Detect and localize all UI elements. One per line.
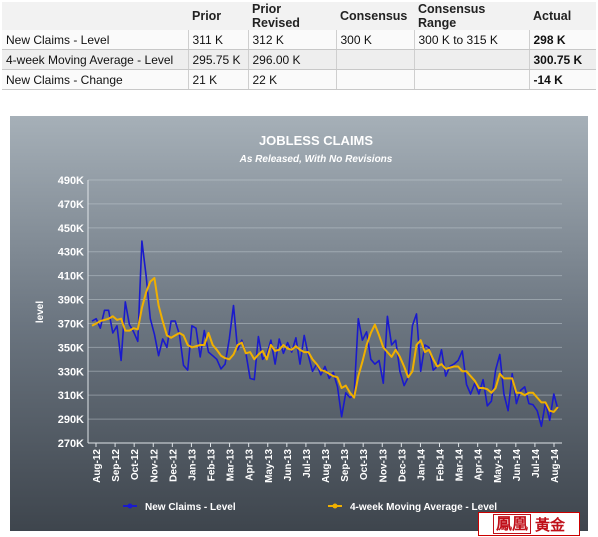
x-tick-label: Oct-13 bbox=[359, 449, 370, 481]
cell-prior: 21 K bbox=[188, 69, 249, 90]
consensus-table: Prior Prior Revised Consensus Consensus … bbox=[2, 2, 596, 90]
y-tick-label: 350K bbox=[58, 342, 84, 354]
x-tick-label: Dec-12 bbox=[168, 449, 179, 482]
header-consensus: Consensus bbox=[336, 2, 414, 30]
x-tick-label: Oct-12 bbox=[130, 449, 141, 481]
cell-prior: 295.75 K bbox=[188, 49, 249, 70]
legend-marker-moving-average bbox=[332, 503, 338, 509]
x-tick-label: Apr-14 bbox=[474, 449, 485, 481]
x-tick-label: Sep-13 bbox=[340, 449, 351, 482]
cell-consensus bbox=[336, 49, 415, 70]
y-tick-label: 310K bbox=[58, 390, 84, 402]
cell-actual: 300.75 K bbox=[529, 49, 596, 70]
y-tick-label: 470K bbox=[58, 199, 84, 211]
y-tick-label: 370K bbox=[58, 318, 84, 330]
cell-prior-revised: 22 K bbox=[248, 69, 337, 90]
cell-range bbox=[414, 49, 530, 70]
row-label: 4-week Moving Average - Level bbox=[2, 49, 189, 70]
x-tick-label: Feb-13 bbox=[207, 449, 218, 482]
x-tick-label: Nov-12 bbox=[149, 449, 160, 483]
x-tick-label: Mar-14 bbox=[455, 449, 466, 482]
x-tick-label: Feb-14 bbox=[436, 449, 447, 482]
brand-text: 黃金 bbox=[535, 515, 566, 534]
chart-title: JOBLESS CLAIMS bbox=[259, 133, 373, 148]
x-tick-label: May-13 bbox=[264, 449, 275, 483]
x-tick-label: Mar-13 bbox=[226, 449, 237, 482]
y-tick-label: 490K bbox=[58, 175, 84, 187]
legend-label-new-claims: New Claims - Level bbox=[145, 502, 236, 513]
cell-actual: -14 K bbox=[529, 69, 596, 90]
x-tick-label: Jan-14 bbox=[416, 449, 427, 481]
jobless-claims-chart: JOBLESS CLAIMS As Released, With No Revi… bbox=[10, 116, 588, 531]
x-tick-label: Aug-14 bbox=[550, 449, 561, 483]
consensus-table-panel: Prior Prior Revised Consensus Consensus … bbox=[2, 2, 596, 90]
cell-consensus bbox=[336, 69, 415, 90]
chart-svg: JOBLESS CLAIMS As Released, With No Revi… bbox=[10, 116, 588, 531]
cell-actual: 298 K bbox=[529, 30, 596, 50]
x-tick-label: Jul-14 bbox=[531, 449, 542, 478]
x-tick-label: Aug-13 bbox=[321, 449, 332, 483]
header-prior: Prior bbox=[188, 2, 248, 30]
y-tick-label: 450K bbox=[58, 223, 84, 235]
table-row: 4-week Moving Average - Level 295.75 K 2… bbox=[2, 49, 596, 70]
header-label bbox=[2, 2, 188, 30]
x-tick-label: Aug-12 bbox=[92, 449, 103, 483]
header-prior-revised: Prior Revised bbox=[248, 2, 336, 30]
x-tick-label: Jul-13 bbox=[302, 449, 313, 478]
cell-range: 300 K to 315 K bbox=[414, 30, 530, 50]
x-tick-label: Jan-13 bbox=[187, 449, 198, 481]
x-tick-label: Apr-13 bbox=[245, 449, 256, 481]
x-tick-label: Nov-13 bbox=[378, 449, 389, 483]
row-label: New Claims - Level bbox=[2, 30, 189, 50]
x-tick-label: Sep-12 bbox=[111, 449, 122, 482]
x-tick-label: Dec-13 bbox=[397, 449, 408, 482]
cell-prior-revised: 312 K bbox=[248, 30, 337, 50]
y-tick-label: 410K bbox=[58, 271, 84, 283]
table-header-row: Prior Prior Revised Consensus Consensus … bbox=[2, 2, 596, 30]
x-tick-label: Jun-14 bbox=[512, 449, 523, 482]
y-tick-label: 390K bbox=[58, 295, 84, 307]
table-row: New Claims - Change 21 K 22 K -14 K bbox=[2, 69, 596, 90]
cell-prior: 311 K bbox=[188, 30, 249, 50]
legend-label-moving-average: 4-week Moving Average - Level bbox=[350, 502, 497, 513]
legend-marker-new-claims bbox=[127, 503, 133, 509]
x-tick-label: May-14 bbox=[493, 449, 504, 483]
row-label: New Claims - Change bbox=[2, 69, 189, 90]
header-actual: Actual bbox=[529, 2, 596, 30]
cell-prior-revised: 296.00 K bbox=[248, 49, 337, 70]
y-axis-label: level bbox=[35, 301, 46, 323]
chart-subtitle: As Released, With No Revisions bbox=[239, 154, 393, 165]
cell-consensus: 300 K bbox=[336, 30, 415, 50]
x-tick-label: Jun-13 bbox=[283, 449, 294, 482]
brand-mark: 鳳凰 bbox=[492, 514, 531, 534]
cell-range bbox=[414, 69, 530, 90]
y-tick-label: 270K bbox=[58, 438, 84, 450]
y-tick-label: 290K bbox=[58, 414, 84, 426]
table-row: New Claims - Level 311 K 312 K 300 K 300… bbox=[2, 30, 596, 50]
y-tick-label: 430K bbox=[58, 247, 84, 259]
y-tick-label: 330K bbox=[58, 366, 84, 378]
header-consensus-range: Consensus Range bbox=[414, 2, 529, 30]
brand-logo: 鳳凰 黃金 bbox=[478, 512, 580, 536]
